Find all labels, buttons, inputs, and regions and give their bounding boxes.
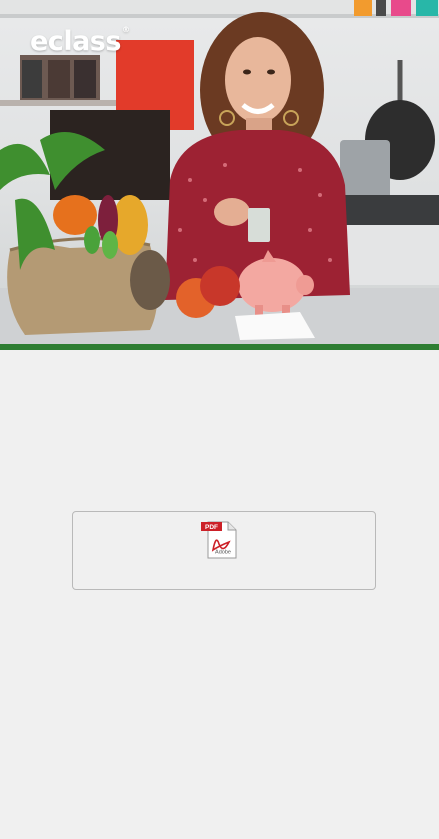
logo-text: eclass xyxy=(30,26,121,57)
adobe-label: Adobe xyxy=(215,550,231,556)
eclass-logo: eclass® xyxy=(30,25,130,57)
pdf-file-icon[interactable]: PDF Adobe xyxy=(201,520,241,560)
registered-mark: ® xyxy=(121,25,130,34)
hero-image: eclass® xyxy=(0,0,439,344)
attachment-box: PDF Adobe xyxy=(72,511,376,590)
pdf-label: PDF xyxy=(205,524,218,531)
main-content: PDF Adobe xyxy=(0,350,439,839)
